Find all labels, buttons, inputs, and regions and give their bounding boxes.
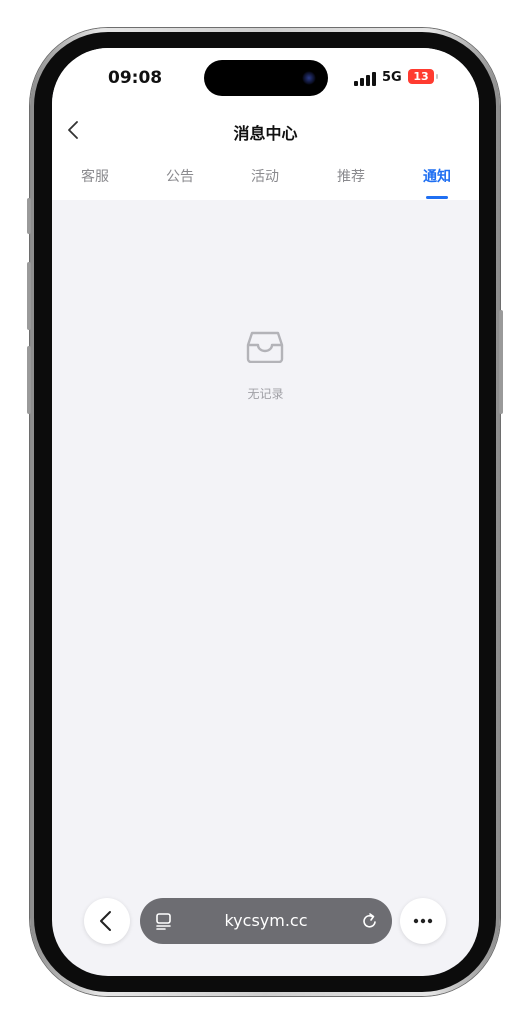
dynamic-island: [204, 60, 328, 96]
power-button: [499, 310, 503, 414]
status-time: 09:08: [108, 68, 163, 88]
tab-activities[interactable]: 活动: [235, 166, 295, 186]
reload-icon[interactable]: [360, 911, 380, 931]
address-bar[interactable]: kycsym.cc: [140, 898, 392, 944]
battery-cap: [436, 74, 438, 79]
action-button: [27, 198, 31, 234]
back-chevron-icon: [100, 911, 111, 931]
browser-toolbar: kycsym.cc: [52, 888, 479, 948]
tab-bar: 客服 公告 活动 推荐 通知: [52, 166, 479, 200]
screen: 09:08 5G 13 消息中心 客服 公告 活动 推荐 通知 无记录 kycs…: [52, 48, 479, 976]
tab-recommendations[interactable]: 推荐: [321, 166, 381, 186]
tab-notifications[interactable]: 通知: [407, 166, 467, 186]
more-button[interactable]: [400, 898, 446, 944]
browser-back-button[interactable]: [84, 898, 130, 944]
tab-customer-service[interactable]: 客服: [65, 166, 125, 186]
more-dots-icon: [413, 918, 433, 924]
inbox-icon: [246, 331, 284, 363]
top-bar: 09:08 5G 13 消息中心 客服 公告 活动 推荐 通知: [52, 48, 479, 200]
camera-icon: [302, 71, 316, 85]
empty-state-text: 无记录: [247, 387, 284, 401]
tab-announcements[interactable]: 公告: [150, 166, 210, 186]
volume-up-button: [27, 262, 31, 330]
volume-down-button: [27, 346, 31, 414]
battery-icon: 13: [408, 69, 434, 84]
url-text: kycsym.cc: [224, 911, 308, 930]
page-title: 消息中心: [233, 124, 298, 143]
signal-icon: [354, 72, 376, 86]
tab-indicator: [426, 196, 448, 199]
network-type: 5G: [382, 70, 402, 85]
